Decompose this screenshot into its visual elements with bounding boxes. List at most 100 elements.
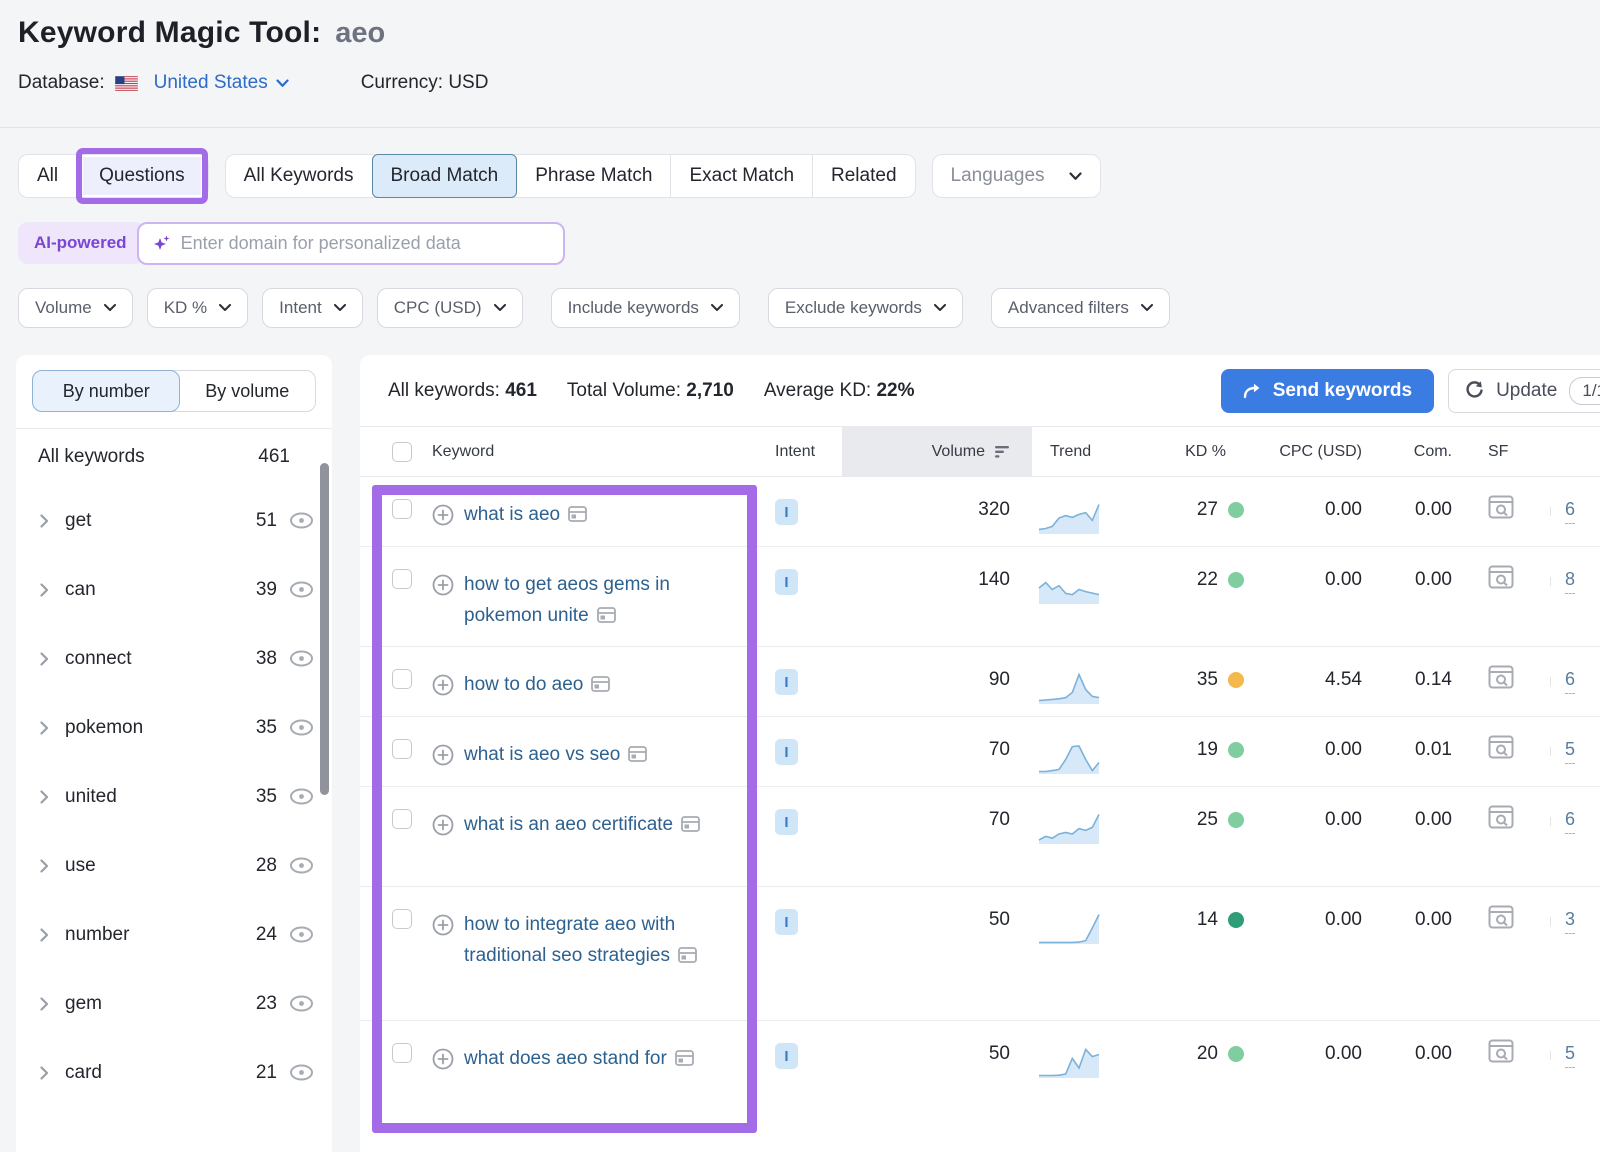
filter-exclude-keywords[interactable]: Exclude keywords — [768, 288, 963, 328]
sf-count-link[interactable]: 6 — [1565, 809, 1575, 834]
serp-card-icon[interactable] — [681, 816, 700, 832]
all-keywords-row[interactable]: All keywords 461 — [16, 428, 332, 486]
keyword-link[interactable]: what is aeo vs seo — [464, 739, 647, 770]
keyword-link[interactable]: how to get aeos gems in pokemon unite — [464, 569, 746, 631]
intent-badge[interactable]: I — [775, 909, 798, 935]
column-trend[interactable]: Trend — [1032, 443, 1122, 461]
sf-count-link[interactable]: 6 — [1565, 669, 1575, 694]
keyword-link[interactable]: what is an aeo certificate — [464, 809, 700, 840]
sf-count-link[interactable]: 8 — [1565, 569, 1575, 594]
eye-icon[interactable] — [289, 650, 314, 667]
column-sf[interactable]: SF — [1472, 443, 1536, 461]
sf-count-link[interactable]: 6 — [1565, 499, 1575, 524]
eye-icon[interactable] — [289, 926, 314, 943]
keyword-link[interactable]: what does aeo stand for — [464, 1043, 694, 1074]
sidebar-item-use[interactable]: use 28 — [16, 831, 332, 900]
column-intent[interactable]: Intent — [762, 443, 842, 461]
tab-broad-match[interactable]: Broad Match — [372, 154, 518, 198]
sidebar-item-united[interactable]: united 35 — [16, 762, 332, 831]
add-keyword-icon[interactable] — [432, 914, 454, 936]
filter-advanced[interactable]: Advanced filters — [991, 288, 1170, 328]
tab-exact-match[interactable]: Exact Match — [671, 154, 812, 198]
sidebar-item-pokemon[interactable]: pokemon 35 — [16, 693, 332, 762]
sidebar-item-get[interactable]: get 51 — [16, 486, 332, 555]
add-keyword-icon[interactable] — [432, 674, 454, 696]
filter-cpc[interactable]: CPC (USD) — [377, 288, 523, 328]
tab-phrase-match[interactable]: Phrase Match — [517, 154, 670, 198]
row-checkbox[interactable] — [392, 669, 412, 689]
column-com[interactable]: Com. — [1382, 443, 1472, 461]
serp-preview-icon[interactable] — [1488, 665, 1514, 689]
serp-preview-icon[interactable] — [1488, 735, 1514, 759]
sf-count-link[interactable]: 3 — [1565, 909, 1575, 934]
column-keyword[interactable]: Keyword — [432, 443, 762, 461]
column-cpc[interactable]: CPC (USD) — [1252, 443, 1382, 461]
serp-card-icon[interactable] — [591, 676, 610, 692]
keyword-link[interactable]: how to integrate aeo with traditional se… — [464, 909, 714, 971]
send-keywords-button[interactable]: Send keywords — [1221, 369, 1434, 413]
filter-kd[interactable]: KD % — [147, 288, 248, 328]
sidebar-item-number[interactable]: number 24 — [16, 900, 332, 969]
add-keyword-icon[interactable] — [432, 574, 454, 596]
eye-icon[interactable] — [289, 581, 314, 598]
filter-volume[interactable]: Volume — [18, 288, 133, 328]
update-button[interactable]: Update 1/1 — [1448, 369, 1600, 413]
sf-count-link[interactable]: 5 — [1565, 739, 1575, 764]
serp-card-icon[interactable] — [568, 506, 587, 522]
sidebar-item-can[interactable]: can 39 — [16, 555, 332, 624]
row-checkbox[interactable] — [392, 909, 412, 929]
row-checkbox[interactable] — [392, 499, 412, 519]
intent-badge[interactable]: I — [775, 499, 798, 525]
row-checkbox[interactable] — [392, 739, 412, 759]
serp-card-icon[interactable] — [678, 947, 697, 963]
serp-preview-icon[interactable] — [1488, 805, 1514, 829]
com-value: 0.00 — [1415, 1043, 1452, 1065]
serp-preview-icon[interactable] — [1488, 905, 1514, 929]
intent-badge[interactable]: I — [775, 739, 798, 765]
sidebar-item-connect[interactable]: connect 38 — [16, 624, 332, 693]
add-keyword-icon[interactable] — [432, 504, 454, 526]
toggle-by-number[interactable]: By number — [32, 370, 180, 412]
sf-count-link[interactable]: 5 — [1565, 1043, 1575, 1068]
intent-badge[interactable]: I — [775, 809, 798, 835]
add-keyword-icon[interactable] — [432, 814, 454, 836]
tab-related[interactable]: Related — [813, 154, 915, 198]
select-all-checkbox[interactable] — [392, 442, 412, 462]
eye-icon[interactable] — [289, 857, 314, 874]
eye-icon[interactable] — [289, 719, 314, 736]
eye-icon[interactable] — [289, 1064, 314, 1081]
eye-icon[interactable] — [289, 788, 314, 805]
serp-preview-icon[interactable] — [1488, 565, 1514, 589]
languages-dropdown[interactable]: Languages — [932, 154, 1101, 198]
sidebar-item-gem[interactable]: gem 23 — [16, 969, 332, 1038]
keyword-link[interactable]: what is aeo — [464, 499, 587, 530]
sidebar-item-card[interactable]: card 21 — [16, 1038, 332, 1107]
serp-preview-icon[interactable] — [1488, 495, 1514, 519]
database-selector[interactable]: United States — [115, 72, 289, 94]
filter-include-keywords[interactable]: Include keywords — [551, 288, 740, 328]
serp-card-icon[interactable] — [628, 746, 647, 762]
tab-questions[interactable]: Questions — [76, 154, 208, 198]
serp-card-icon[interactable] — [597, 607, 616, 623]
column-volume[interactable]: Volume — [842, 427, 1032, 477]
add-keyword-icon[interactable] — [432, 744, 454, 766]
serp-preview-icon[interactable] — [1488, 1039, 1514, 1063]
tab-all[interactable]: All — [19, 154, 76, 198]
toggle-by-volume[interactable]: By volume — [179, 371, 315, 411]
domain-input[interactable] — [181, 233, 549, 254]
tab-all-keywords[interactable]: All Keywords — [226, 154, 372, 198]
filter-intent[interactable]: Intent — [262, 288, 363, 328]
intent-badge[interactable]: I — [775, 569, 798, 595]
column-kd[interactable]: KD % — [1122, 443, 1252, 461]
keyword-link[interactable]: how to do aeo — [464, 669, 610, 700]
eye-icon[interactable] — [289, 995, 314, 1012]
row-checkbox[interactable] — [392, 1043, 412, 1063]
sidebar-scrollbar[interactable] — [320, 463, 329, 795]
serp-card-icon[interactable] — [675, 1050, 694, 1066]
row-checkbox[interactable] — [392, 809, 412, 829]
row-checkbox[interactable] — [392, 569, 412, 589]
eye-icon[interactable] — [289, 512, 314, 529]
intent-badge[interactable]: I — [775, 1043, 798, 1069]
add-keyword-icon[interactable] — [432, 1048, 454, 1070]
intent-badge[interactable]: I — [775, 669, 798, 695]
